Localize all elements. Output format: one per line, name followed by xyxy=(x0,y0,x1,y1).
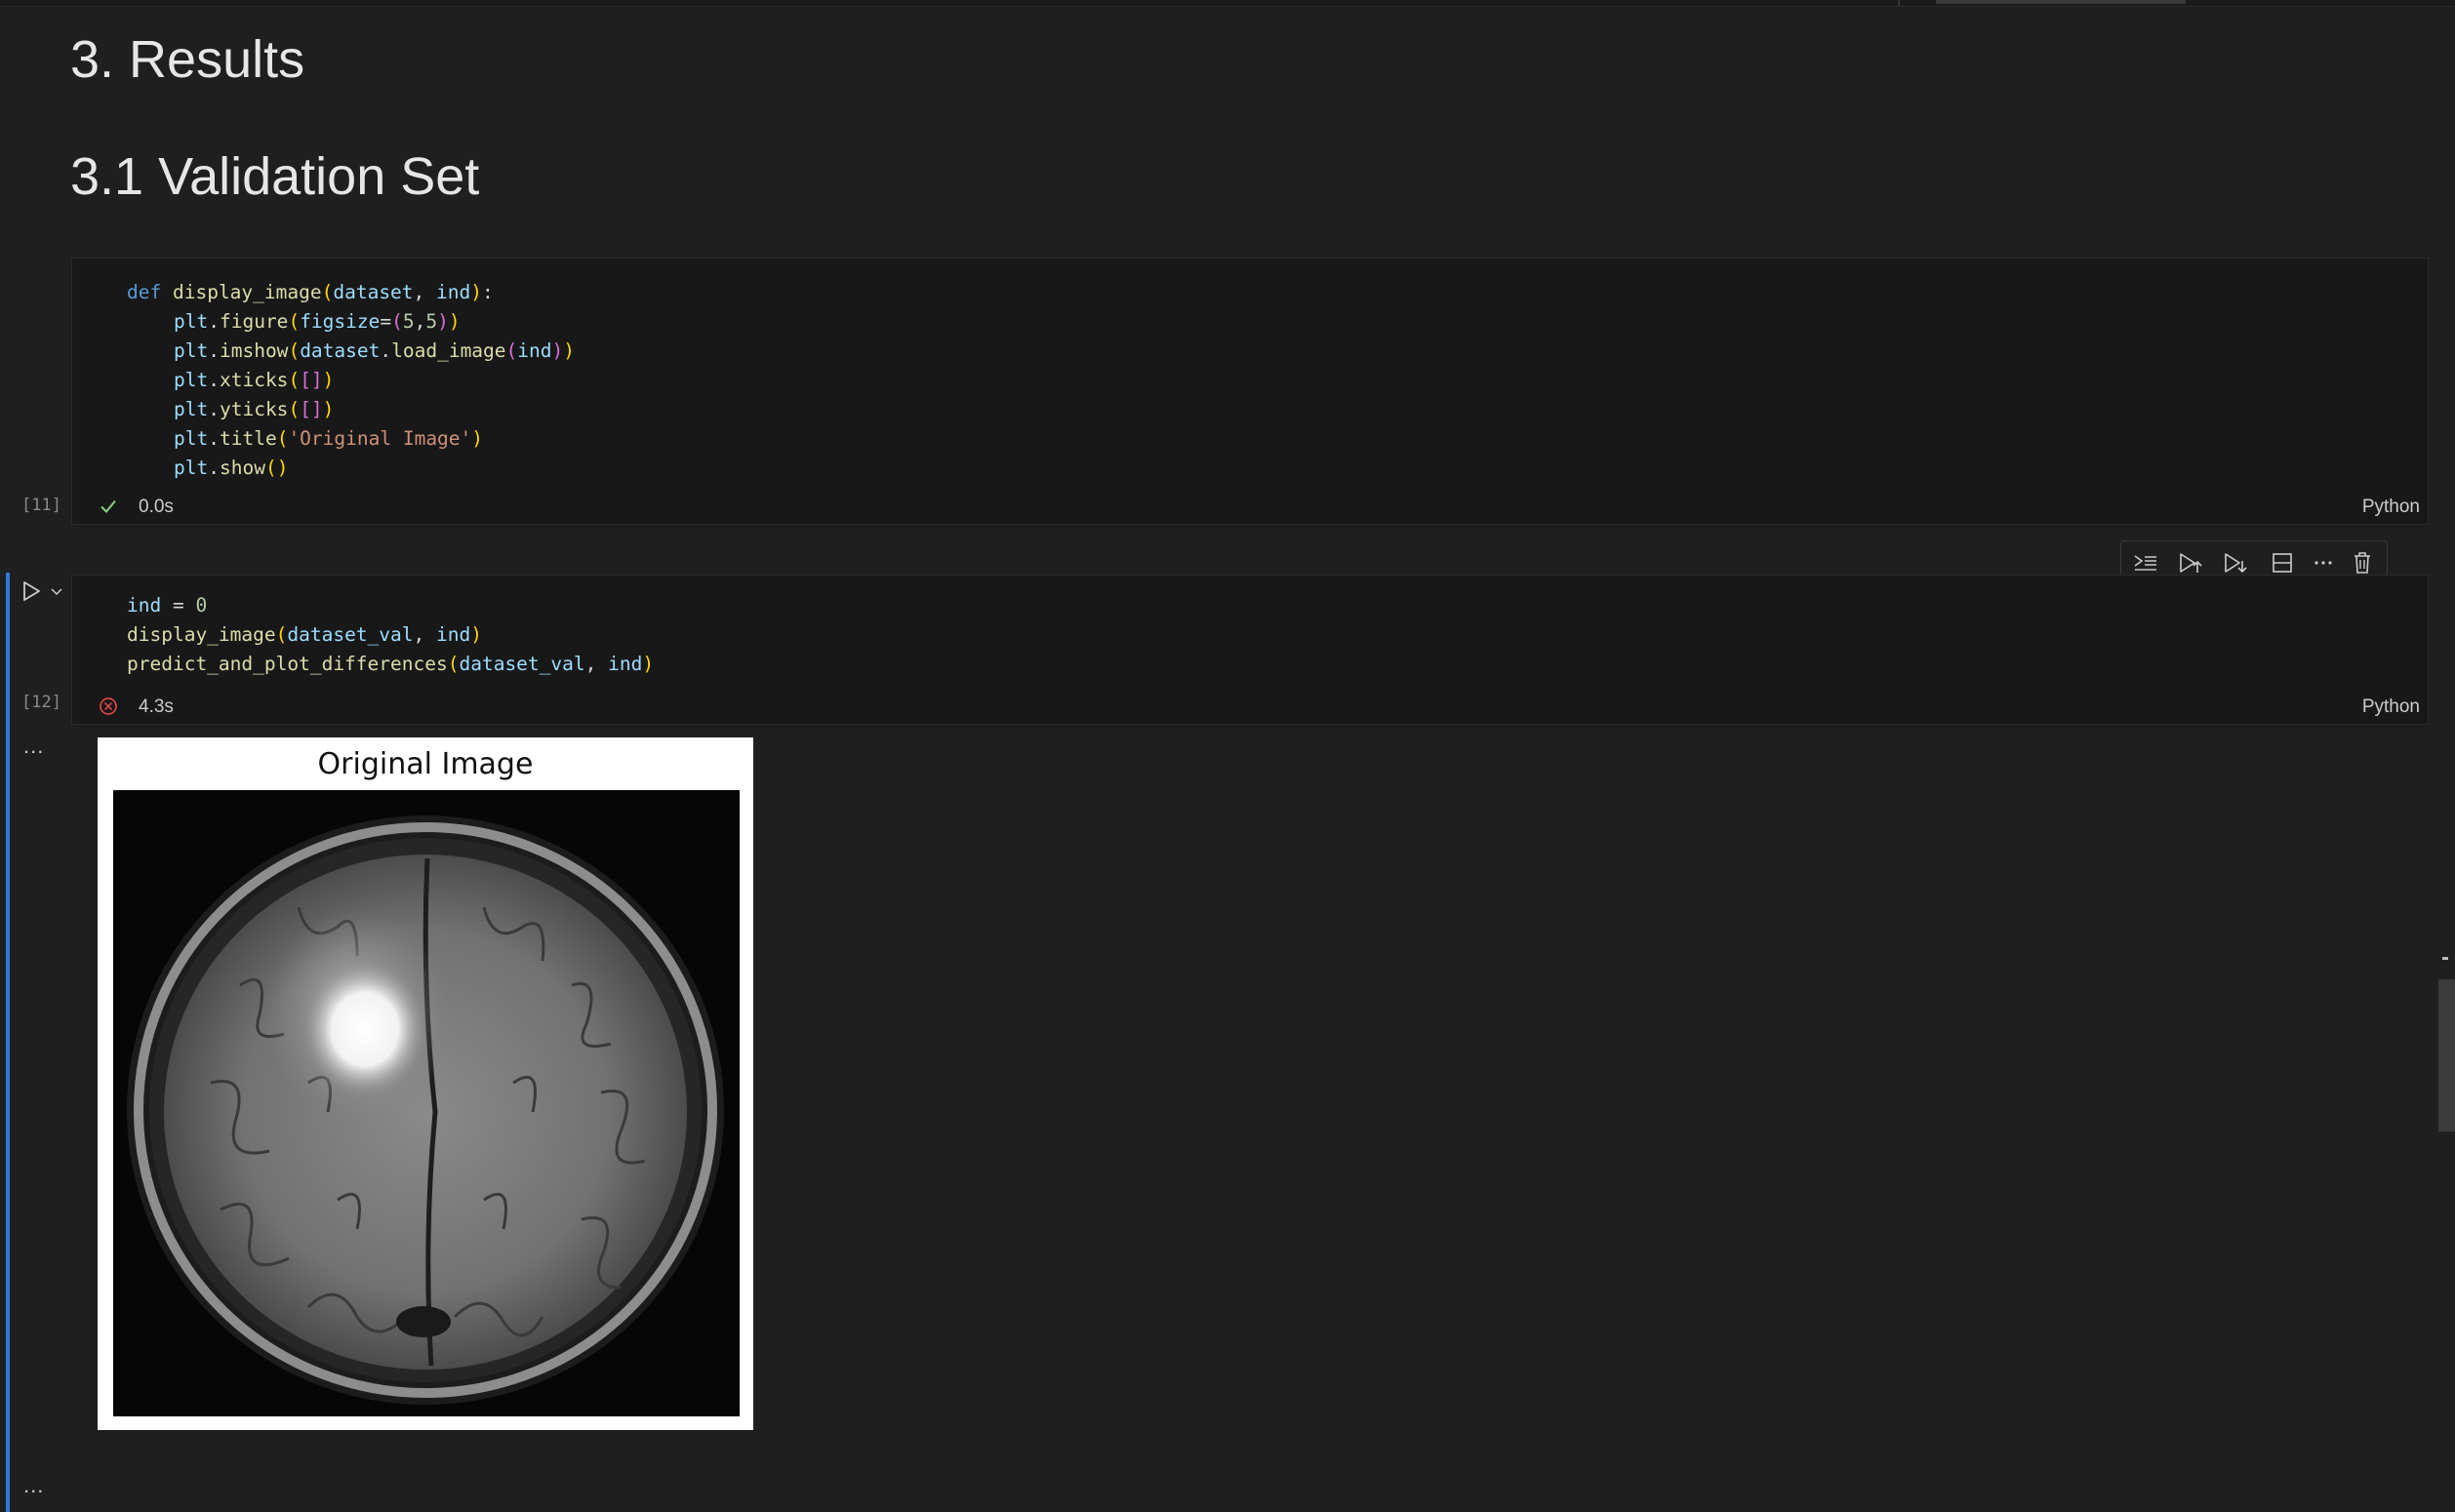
code-token: predict_and_plot_differences xyxy=(127,653,448,675)
active-cell-indicator xyxy=(6,573,10,1512)
code-token: 5 xyxy=(402,310,415,333)
code-token: 'Original Image' xyxy=(288,427,472,450)
delete-cell-icon[interactable] xyxy=(2348,549,2377,577)
code-token: ind xyxy=(127,594,162,617)
code-token: imshow xyxy=(219,339,289,362)
run-cell-icon[interactable] xyxy=(20,579,43,603)
code-token: 0 xyxy=(195,594,208,617)
execute-above-icon[interactable] xyxy=(2131,549,2160,577)
language-picker[interactable]: Python xyxy=(2362,696,2420,718)
param: dataset xyxy=(333,281,414,303)
code-token: show xyxy=(219,457,265,479)
code-token: 5 xyxy=(425,310,438,333)
execution-count: [12] xyxy=(21,693,61,712)
check-icon xyxy=(101,499,116,513)
output-actions-ellipsis[interactable]: ... xyxy=(23,734,44,759)
figure-title: Original Image xyxy=(317,747,534,781)
code-token: plt xyxy=(174,339,209,362)
code-token: ind xyxy=(436,623,471,646)
code-editor[interactable]: def display_image(dataset, ind): plt.fig… xyxy=(127,278,575,483)
function-name: display_image xyxy=(172,281,322,303)
more-actions-icon[interactable] xyxy=(2309,549,2338,577)
code-token: load_image xyxy=(391,339,506,362)
split-cell-icon[interactable] xyxy=(2268,549,2297,577)
top-tabs-bar xyxy=(0,0,2455,7)
horizontal-scrollbar[interactable] xyxy=(1898,0,2427,6)
code-cell-display-image[interactable]: def display_image(dataset, ind): plt.fig… xyxy=(71,258,2429,525)
code-token: dataset_val xyxy=(287,623,414,646)
execute-cell-and-below-icon[interactable] xyxy=(2221,549,2250,577)
code-token: plt xyxy=(174,457,209,479)
chevron-down-icon[interactable] xyxy=(49,583,64,599)
code-editor[interactable]: ind = 0 display_image(dataset_val, ind) … xyxy=(127,591,654,679)
code-token: xticks xyxy=(219,369,289,391)
heading-results: 3. Results xyxy=(70,30,305,89)
code-token: yticks xyxy=(219,398,289,420)
heading-validation-set: 3.1 Validation Set xyxy=(70,147,480,206)
execute-cell-and-above-icon[interactable] xyxy=(2176,549,2205,577)
output-actions-ellipsis[interactable]: ... xyxy=(23,1473,44,1498)
code-token: plt xyxy=(174,398,209,420)
execution-time: 4.3s xyxy=(139,696,174,717)
code-token: figure xyxy=(219,310,289,333)
code-token: dataset_val xyxy=(459,653,585,675)
code-token: dataset xyxy=(300,339,381,362)
code-token: display_image xyxy=(127,623,276,646)
error-icon xyxy=(100,697,117,715)
code-token: figsize xyxy=(300,310,381,333)
code-token: ind xyxy=(517,339,552,362)
code-token: plt xyxy=(174,369,209,391)
param: ind xyxy=(436,281,471,303)
scrollbar-marker xyxy=(2442,957,2448,960)
code-token: plt xyxy=(174,427,209,450)
execution-count: [11] xyxy=(21,496,61,515)
language-picker[interactable]: Python xyxy=(2362,497,2420,518)
cell-status-row: 4.3s Python xyxy=(72,693,2428,722)
horizontal-scroll-thumb[interactable] xyxy=(1936,0,2186,4)
code-token: title xyxy=(219,427,277,450)
code-cell-predict[interactable]: ind = 0 display_image(dataset_val, ind) … xyxy=(71,575,2429,725)
output-figure: Original Image xyxy=(98,737,753,1430)
code-token: ind xyxy=(608,653,643,675)
code-token: plt xyxy=(174,310,209,333)
vertical-scroll-thumb[interactable] xyxy=(2438,979,2455,1132)
keyword-def: def xyxy=(127,281,162,303)
cell-status-row: 0.0s Python xyxy=(72,493,2428,522)
execution-time: 0.0s xyxy=(139,497,174,517)
mri-brain-image xyxy=(113,790,740,1416)
